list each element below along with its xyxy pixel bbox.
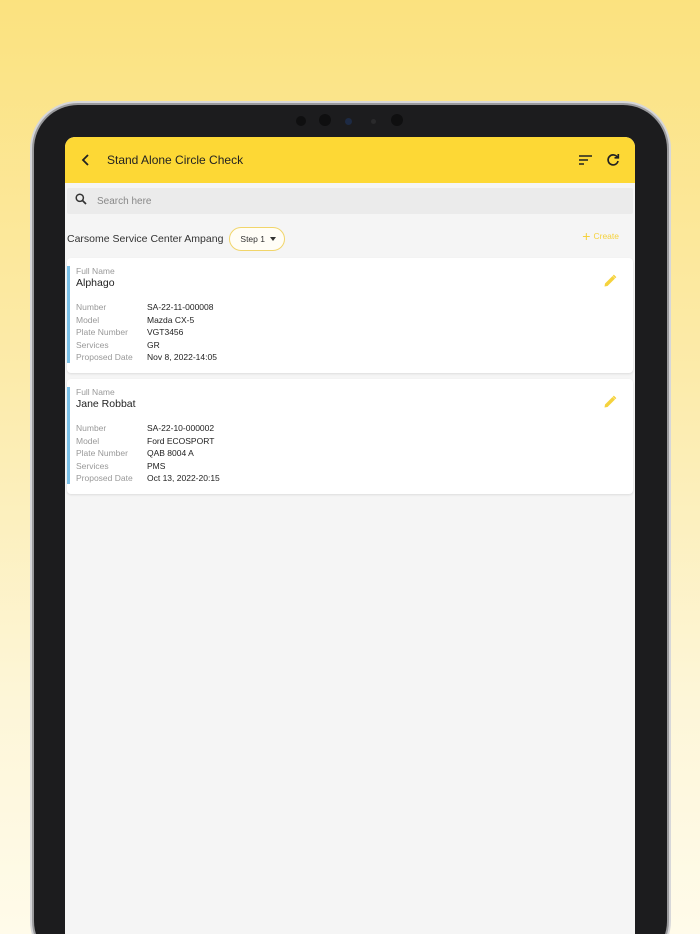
detail-row: Services GR: [76, 339, 633, 352]
search-input[interactable]: [97, 195, 497, 207]
search-icon: [75, 192, 87, 210]
card-accent-bar: [67, 266, 70, 363]
edit-pencil-icon[interactable]: [603, 395, 617, 409]
detail-row: Proposed Date Oct 13, 2022-20:15: [76, 472, 633, 485]
number-value: SA-22-10-000002: [147, 422, 215, 433]
detail-row: Model Mazda CX-5: [76, 314, 633, 327]
full-name-value: Jane Robbat: [76, 397, 136, 410]
number-label: Number: [76, 302, 107, 312]
full-name-value: Alphago: [76, 277, 115, 289]
full-name-label: Full Name: [76, 266, 115, 276]
sensor: [371, 119, 376, 124]
step-dropdown[interactable]: Step 1: [229, 227, 285, 251]
detail-row: Proposed Date Nov 8, 2022-14:05: [76, 351, 633, 364]
create-button[interactable]: + Create: [582, 229, 619, 243]
detail-row: Services PMS: [76, 460, 633, 473]
proposed-date-label: Proposed Date: [76, 352, 133, 363]
app-screen: Stand Alone Circle Check Carsome Service…: [65, 137, 635, 934]
services-label: Services: [76, 339, 109, 350]
services-value: PMS: [147, 460, 166, 471]
model-label: Model: [76, 435, 100, 446]
services-label: Services: [76, 460, 109, 471]
model-label: Model: [76, 314, 100, 325]
create-label: Create: [593, 231, 619, 241]
refresh-icon[interactable]: [605, 152, 621, 168]
record-card[interactable]: Full Name Jane Robbat Number SA-22-10-000…: [67, 378, 633, 494]
plate-number-value: QAB 8004 A: [147, 448, 194, 459]
detail-row: Plate Number VGT3456: [76, 326, 633, 339]
card-accent-bar: [67, 386, 70, 484]
number-value: SA-22-11-000008: [147, 302, 214, 312]
plate-number-label: Plate Number: [76, 448, 128, 459]
detail-row: Number SA-22-11-000008: [76, 301, 633, 314]
proposed-date-label: Proposed Date: [76, 473, 133, 484]
camera: [319, 114, 331, 126]
sensor: [345, 118, 352, 125]
detail-row: Model Ford ECOSPORT: [76, 435, 633, 448]
camera: [391, 114, 403, 126]
sort-icon[interactable]: [577, 152, 593, 168]
detail-row: Number SA-22-10-000002: [76, 422, 633, 435]
model-value: Ford ECOSPORT: [147, 435, 215, 446]
page-title: Stand Alone Circle Check: [107, 153, 244, 167]
plus-icon: +: [582, 228, 591, 244]
services-value: GR: [147, 339, 160, 350]
service-center-label: Carsome Service Center Ampang: [67, 233, 224, 245]
app-bar: Stand Alone Circle Check: [65, 137, 635, 183]
number-label: Number: [76, 422, 107, 433]
sensor: [296, 116, 306, 126]
back-icon[interactable]: [81, 153, 95, 167]
search-bar: [67, 188, 633, 214]
edit-pencil-icon[interactable]: [603, 274, 617, 288]
full-name-label: Full Name: [76, 386, 115, 397]
proposed-date-value: Nov 8, 2022-14:05: [147, 352, 217, 363]
proposed-date-value: Oct 13, 2022-20:15: [147, 473, 220, 484]
filter-row: Carsome Service Center Ampang Step 1 + C…: [65, 227, 635, 251]
caret-down-icon: [269, 237, 276, 241]
step-dropdown-value: Step 1: [240, 234, 265, 244]
record-card[interactable]: Full Name Alphago Number SA-22-11-000008 …: [67, 258, 633, 373]
plate-number-value: VGT3456: [147, 327, 184, 338]
model-value: Mazda CX-5: [147, 314, 195, 325]
detail-row: Plate Number QAB 8004 A: [76, 447, 633, 460]
plate-number-label: Plate Number: [76, 327, 128, 338]
